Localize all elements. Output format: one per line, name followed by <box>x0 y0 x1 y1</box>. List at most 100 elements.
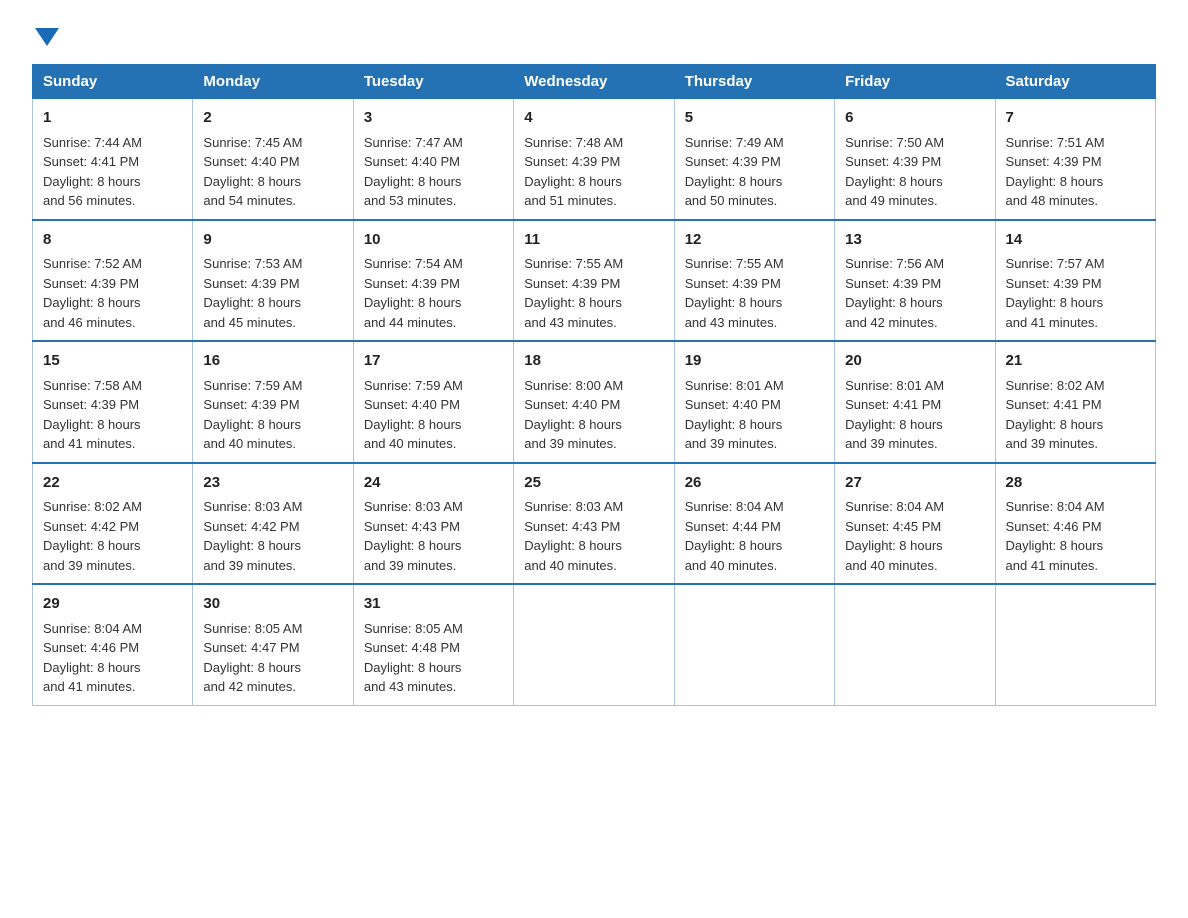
day-info: Sunrise: 7:55 AMSunset: 4:39 PMDaylight:… <box>524 254 663 332</box>
day-info: Sunrise: 8:05 AMSunset: 4:48 PMDaylight:… <box>364 619 503 697</box>
calendar-cell: 12Sunrise: 7:55 AMSunset: 4:39 PMDayligh… <box>674 220 834 342</box>
calendar-cell: 14Sunrise: 7:57 AMSunset: 4:39 PMDayligh… <box>995 220 1155 342</box>
day-number: 8 <box>43 229 182 252</box>
day-info: Sunrise: 7:50 AMSunset: 4:39 PMDaylight:… <box>845 133 984 211</box>
day-number: 10 <box>364 229 503 252</box>
day-info: Sunrise: 8:04 AMSunset: 4:44 PMDaylight:… <box>685 497 824 575</box>
day-info: Sunrise: 8:04 AMSunset: 4:45 PMDaylight:… <box>845 497 984 575</box>
calendar-cell <box>995 584 1155 705</box>
day-number: 7 <box>1006 107 1145 130</box>
day-info: Sunrise: 7:52 AMSunset: 4:39 PMDaylight:… <box>43 254 182 332</box>
header-saturday: Saturday <box>995 65 1155 99</box>
day-number: 1 <box>43 107 182 130</box>
day-info: Sunrise: 7:45 AMSunset: 4:40 PMDaylight:… <box>203 133 342 211</box>
day-info: Sunrise: 8:03 AMSunset: 4:42 PMDaylight:… <box>203 497 342 575</box>
day-info: Sunrise: 8:04 AMSunset: 4:46 PMDaylight:… <box>43 619 182 697</box>
day-info: Sunrise: 8:02 AMSunset: 4:42 PMDaylight:… <box>43 497 182 575</box>
day-number: 11 <box>524 229 663 252</box>
calendar-cell: 29Sunrise: 8:04 AMSunset: 4:46 PMDayligh… <box>33 584 193 705</box>
day-number: 22 <box>43 472 182 495</box>
header-thursday: Thursday <box>674 65 834 99</box>
calendar-cell: 10Sunrise: 7:54 AMSunset: 4:39 PMDayligh… <box>353 220 513 342</box>
day-number: 15 <box>43 350 182 373</box>
calendar-cell: 11Sunrise: 7:55 AMSunset: 4:39 PMDayligh… <box>514 220 674 342</box>
day-number: 20 <box>845 350 984 373</box>
calendar-table: SundayMondayTuesdayWednesdayThursdayFrid… <box>32 64 1156 706</box>
calendar-cell: 15 Sunrise: 7:58 AMSunset: 4:39 PMDayligh… <box>33 341 193 463</box>
calendar-cell: 26Sunrise: 8:04 AMSunset: 4:44 PMDayligh… <box>674 463 834 585</box>
day-info: Sunrise: 8:03 AMSunset: 4:43 PMDaylight:… <box>524 497 663 575</box>
day-info: Sunrise: 7:55 AMSunset: 4:39 PMDaylight:… <box>685 254 824 332</box>
day-number: 14 <box>1006 229 1145 252</box>
day-number: 31 <box>364 593 503 616</box>
day-info: Sunrise: 7:54 AMSunset: 4:39 PMDaylight:… <box>364 254 503 332</box>
calendar-header-row: SundayMondayTuesdayWednesdayThursdayFrid… <box>33 65 1156 99</box>
calendar-cell: 30 Sunrise: 8:05 AMSunset: 4:47 PMDayligh… <box>193 584 353 705</box>
day-number: 2 <box>203 107 342 130</box>
day-info: Sunrise: 7:56 AMSunset: 4:39 PMDaylight:… <box>845 254 984 332</box>
day-info: Sunrise: 7:53 AMSunset: 4:39 PMDaylight:… <box>203 254 342 332</box>
calendar-cell: 23Sunrise: 8:03 AMSunset: 4:42 PMDayligh… <box>193 463 353 585</box>
day-number: 6 <box>845 107 984 130</box>
calendar-cell: 28Sunrise: 8:04 AMSunset: 4:46 PMDayligh… <box>995 463 1155 585</box>
calendar-cell: 21 Sunrise: 8:02 AMSunset: 4:41 PMDayligh… <box>995 341 1155 463</box>
day-number: 27 <box>845 472 984 495</box>
day-number: 18 <box>524 350 663 373</box>
calendar-cell: 24Sunrise: 8:03 AMSunset: 4:43 PMDayligh… <box>353 463 513 585</box>
calendar-cell <box>835 584 995 705</box>
header-sunday: Sunday <box>33 65 193 99</box>
day-info: Sunrise: 7:59 AMSunset: 4:40 PMDaylight:… <box>364 376 503 454</box>
day-info: Sunrise: 7:57 AMSunset: 4:39 PMDaylight:… <box>1006 254 1145 332</box>
calendar-week-row: 1 Sunrise: 7:44 AMSunset: 4:41 PMDaylight… <box>33 99 1156 220</box>
calendar-cell: 3Sunrise: 7:47 AMSunset: 4:40 PMDaylight… <box>353 99 513 220</box>
calendar-cell: 22Sunrise: 8:02 AMSunset: 4:42 PMDayligh… <box>33 463 193 585</box>
day-number: 24 <box>364 472 503 495</box>
day-info: Sunrise: 7:49 AMSunset: 4:39 PMDaylight:… <box>685 133 824 211</box>
calendar-week-row: 8Sunrise: 7:52 AMSunset: 4:39 PMDaylight… <box>33 220 1156 342</box>
calendar-week-row: 29Sunrise: 8:04 AMSunset: 4:46 PMDayligh… <box>33 584 1156 705</box>
day-number: 3 <box>364 107 503 130</box>
header-monday: Monday <box>193 65 353 99</box>
day-info: Sunrise: 7:48 AMSunset: 4:39 PMDaylight:… <box>524 133 663 211</box>
calendar-cell: 7 Sunrise: 7:51 AMSunset: 4:39 PMDaylight… <box>995 99 1155 220</box>
day-number: 16 <box>203 350 342 373</box>
calendar-cell: 2 Sunrise: 7:45 AMSunset: 4:40 PMDaylight… <box>193 99 353 220</box>
logo <box>32 24 59 44</box>
day-number: 21 <box>1006 350 1145 373</box>
calendar-cell <box>514 584 674 705</box>
day-info: Sunrise: 7:51 AMSunset: 4:39 PMDaylight:… <box>1006 133 1145 211</box>
calendar-cell: 16Sunrise: 7:59 AMSunset: 4:39 PMDayligh… <box>193 341 353 463</box>
calendar-week-row: 15 Sunrise: 7:58 AMSunset: 4:39 PMDayligh… <box>33 341 1156 463</box>
day-number: 5 <box>685 107 824 130</box>
day-info: Sunrise: 8:05 AMSunset: 4:47 PMDaylight:… <box>203 619 342 697</box>
day-info: Sunrise: 8:01 AMSunset: 4:40 PMDaylight:… <box>685 376 824 454</box>
calendar-cell: 9Sunrise: 7:53 AMSunset: 4:39 PMDaylight… <box>193 220 353 342</box>
day-info: Sunrise: 7:44 AMSunset: 4:41 PMDaylight:… <box>43 133 182 211</box>
calendar-cell: 4 Sunrise: 7:48 AMSunset: 4:39 PMDaylight… <box>514 99 674 220</box>
day-number: 19 <box>685 350 824 373</box>
header-friday: Friday <box>835 65 995 99</box>
calendar-cell: 8Sunrise: 7:52 AMSunset: 4:39 PMDaylight… <box>33 220 193 342</box>
day-number: 9 <box>203 229 342 252</box>
day-number: 4 <box>524 107 663 130</box>
header-wednesday: Wednesday <box>514 65 674 99</box>
calendar-cell: 27Sunrise: 8:04 AMSunset: 4:45 PMDayligh… <box>835 463 995 585</box>
day-info: Sunrise: 8:00 AMSunset: 4:40 PMDaylight:… <box>524 376 663 454</box>
day-info: Sunrise: 7:58 AMSunset: 4:39 PMDaylight:… <box>43 376 182 454</box>
day-info: Sunrise: 8:03 AMSunset: 4:43 PMDaylight:… <box>364 497 503 575</box>
calendar-cell: 31 Sunrise: 8:05 AMSunset: 4:48 PMDayligh… <box>353 584 513 705</box>
header-tuesday: Tuesday <box>353 65 513 99</box>
day-info: Sunrise: 8:04 AMSunset: 4:46 PMDaylight:… <box>1006 497 1145 575</box>
calendar-cell: 1 Sunrise: 7:44 AMSunset: 4:41 PMDaylight… <box>33 99 193 220</box>
calendar-cell: 25Sunrise: 8:03 AMSunset: 4:43 PMDayligh… <box>514 463 674 585</box>
day-info: Sunrise: 8:02 AMSunset: 4:41 PMDaylight:… <box>1006 376 1145 454</box>
day-number: 30 <box>203 593 342 616</box>
calendar-cell: 13Sunrise: 7:56 AMSunset: 4:39 PMDayligh… <box>835 220 995 342</box>
day-number: 17 <box>364 350 503 373</box>
day-number: 13 <box>845 229 984 252</box>
day-number: 28 <box>1006 472 1145 495</box>
calendar-cell: 18 Sunrise: 8:00 AMSunset: 4:40 PMDayligh… <box>514 341 674 463</box>
calendar-cell: 19 Sunrise: 8:01 AMSunset: 4:40 PMDayligh… <box>674 341 834 463</box>
day-number: 26 <box>685 472 824 495</box>
page-header <box>32 24 1156 44</box>
